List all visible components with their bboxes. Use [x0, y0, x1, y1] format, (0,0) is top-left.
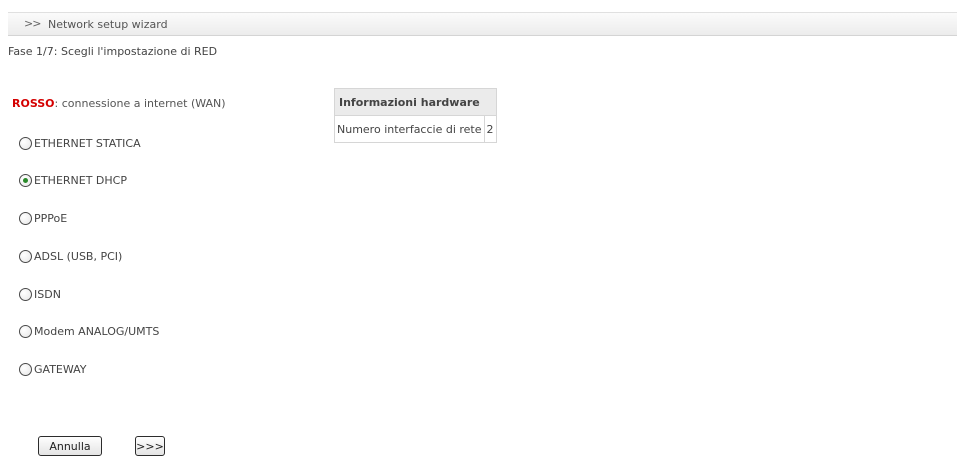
radio-modem-analog-umts[interactable]	[19, 324, 32, 338]
double-chevron-icon: >>	[24, 17, 41, 30]
option-label[interactable]: ETHERNET DHCP	[34, 174, 127, 187]
nic-count-value: 2	[483, 115, 497, 143]
radio-gateway[interactable]	[19, 362, 32, 376]
step-title: Fase 1/7: Scegli l'impostazione di RED	[8, 45, 218, 58]
option-adsl[interactable]: ADSL (USB, PCI)	[19, 248, 122, 264]
radio-ethernet-dhcp[interactable]	[19, 173, 32, 187]
option-pppoe[interactable]: PPPoE	[19, 210, 67, 226]
option-gateway[interactable]: GATEWAY	[19, 361, 87, 377]
red-zone-heading: ROSSO: connessione a internet (WAN)	[12, 97, 226, 110]
nic-count-label: Numero interfaccie di rete	[334, 115, 485, 143]
option-label[interactable]: PPPoE	[34, 212, 67, 225]
radio-adsl[interactable]	[19, 249, 32, 263]
option-label[interactable]: ETHERNET STATICA	[34, 137, 141, 150]
radio-isdn[interactable]	[19, 287, 32, 301]
radio-ethernet-statica[interactable]	[19, 136, 32, 150]
table-row: Numero interfaccie di rete 2	[334, 115, 497, 143]
next-button[interactable]: >>>	[135, 436, 165, 456]
radio-pppoe[interactable]	[19, 211, 32, 225]
red-zone-label: ROSSO	[12, 97, 55, 110]
hardware-info-table: Informazioni hardware Numero interfaccie…	[334, 88, 497, 143]
option-modem-analog-umts[interactable]: Modem ANALOG/UMTS	[19, 323, 159, 339]
option-isdn[interactable]: ISDN	[19, 286, 61, 302]
option-label[interactable]: Modem ANALOG/UMTS	[34, 325, 159, 338]
cancel-button[interactable]: Annulla	[38, 436, 102, 456]
red-zone-description: connessione a internet (WAN)	[58, 97, 226, 110]
option-label[interactable]: GATEWAY	[34, 363, 87, 376]
wizard-page: >> Network setup wizard Fase 1/7: Scegli…	[0, 0, 957, 468]
option-label[interactable]: ADSL (USB, PCI)	[34, 250, 122, 263]
wizard-header-bar: >> Network setup wizard	[8, 12, 957, 36]
wizard-title: Network setup wizard	[48, 18, 168, 31]
option-label[interactable]: ISDN	[34, 288, 61, 301]
option-ethernet-statica[interactable]: ETHERNET STATICA	[19, 135, 141, 151]
hardware-info-heading: Informazioni hardware	[334, 88, 497, 116]
option-ethernet-dhcp[interactable]: ETHERNET DHCP	[19, 172, 127, 188]
